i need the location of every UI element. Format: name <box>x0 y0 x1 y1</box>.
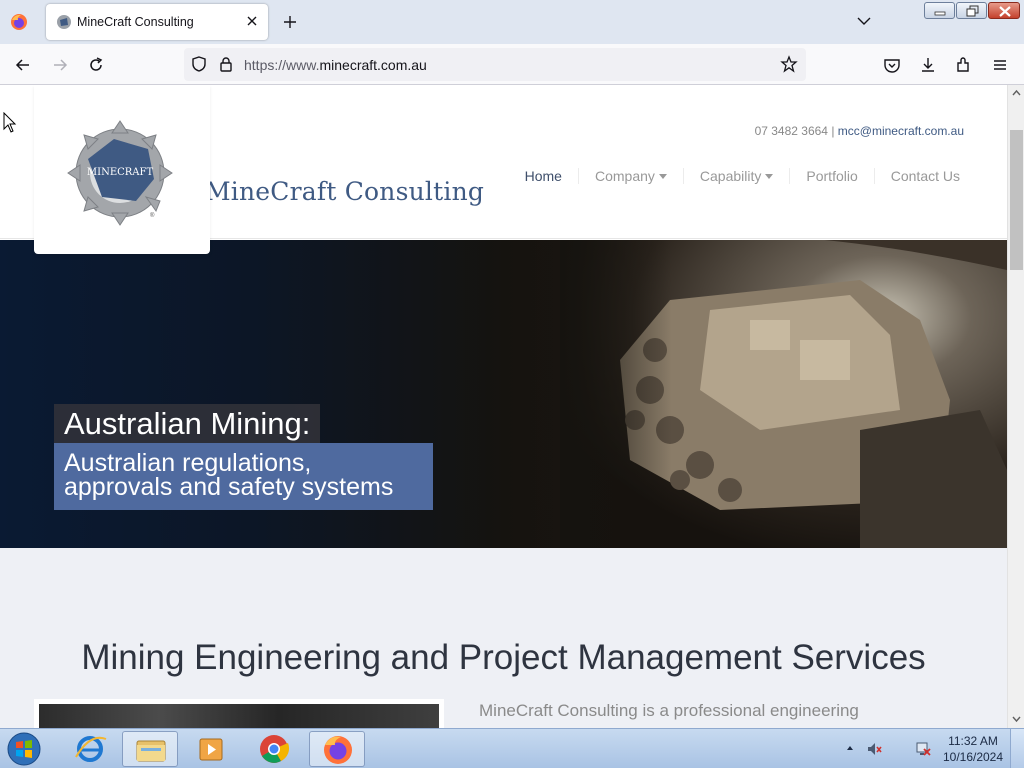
menu-icon[interactable] <box>990 55 1010 75</box>
screen: MineCraft Consulting https://www.minecra… <box>0 0 1024 768</box>
tab-title: MineCraft Consulting <box>77 15 194 29</box>
network-disconnected-icon[interactable] <box>915 741 931 757</box>
windows-taskbar: 11:32 AM 10/16/2024 <box>0 728 1024 768</box>
page-scrollbar[interactable] <box>1007 85 1024 728</box>
firefox-icon <box>324 736 352 764</box>
main-navigation: Home Company Capability Portfolio Contac… <box>509 165 976 187</box>
url-text: https://www.minecraft.com.au <box>244 57 427 73</box>
nav-contact-us[interactable]: Contact Us <box>873 168 976 184</box>
scrollbar-thumb[interactable] <box>1010 130 1023 270</box>
contact-line: 07 3482 3664 | mcc@minecraft.com.au <box>755 124 964 138</box>
clock-date: 10/16/2024 <box>942 750 1004 764</box>
brand-name[interactable]: MineCraft Consulting <box>205 177 484 206</box>
taskbar-chrome[interactable] <box>246 731 302 767</box>
taskbar-file-explorer[interactable] <box>122 731 178 767</box>
minimize-icon <box>934 11 946 16</box>
pocket-icon[interactable] <box>882 55 902 75</box>
logo-card[interactable]: MINECRAFT ® <box>34 85 210 254</box>
file-explorer-icon <box>136 740 166 762</box>
hero-title: Australian Mining: <box>54 404 321 444</box>
window-controls <box>924 2 1020 20</box>
volume-muted-icon[interactable] <box>866 741 882 757</box>
taskbar-firefox[interactable] <box>309 731 365 767</box>
caret-down-icon <box>765 174 774 179</box>
browser-tab-active[interactable]: MineCraft Consulting <box>46 4 268 40</box>
star-icon[interactable] <box>780 55 798 73</box>
close-icon <box>999 6 1011 17</box>
nav-company[interactable]: Company <box>577 168 683 184</box>
address-bar[interactable]: https://www.minecraft.com.au <box>184 48 806 81</box>
hero-banner: Australian Mining: Australian regulation… <box>0 240 1007 548</box>
email-link[interactable]: mcc@minecraft.com.au <box>838 124 964 138</box>
mine-rock-image <box>39 704 439 728</box>
mining-machine-image <box>560 240 1007 548</box>
nav-home-label: Home <box>524 168 562 184</box>
mouse-cursor-icon <box>3 112 17 133</box>
taskbar-media-player[interactable] <box>184 731 240 767</box>
contact-separator: | <box>827 124 838 138</box>
browser-nav-bar: https://www.minecraft.com.au <box>0 44 1024 85</box>
restore-icon <box>966 5 979 17</box>
window-close-button[interactable] <box>988 2 1020 19</box>
hero-subtitle-line-2: approvals and safety systems <box>64 473 394 501</box>
chrome-icon <box>260 735 290 763</box>
intro-paragraph: MineCraft Consulting is a professional e… <box>479 701 859 720</box>
services-section: Mining Engineering and Project Managemen… <box>0 548 1007 728</box>
back-icon[interactable] <box>13 55 33 75</box>
svg-text:®: ® <box>150 212 155 219</box>
system-clock[interactable]: 11:32 AM 10/16/2024 <box>940 733 1006 765</box>
show-desktop-button[interactable] <box>1010 729 1024 768</box>
show-hidden-icons-icon[interactable] <box>845 743 855 753</box>
phone-number[interactable]: 07 3482 3664 <box>755 124 828 138</box>
clock-time: 11:32 AM <box>948 734 998 748</box>
nav-portfolio[interactable]: Portfolio <box>789 168 873 184</box>
lock-icon[interactable] <box>217 55 235 73</box>
caret-down-icon <box>658 174 667 179</box>
plus-icon[interactable] <box>280 12 300 32</box>
site-header: MINECRAFT ® MineCraft Consulting 07 3482… <box>0 85 1007 254</box>
nav-portfolio-label: Portfolio <box>806 168 858 184</box>
restore-button[interactable] <box>956 2 987 19</box>
minimize-button[interactable] <box>924 2 955 19</box>
extensions-icon[interactable] <box>954 55 974 75</box>
nav-capability[interactable]: Capability <box>682 168 789 184</box>
minecraft-logo-favicon <box>57 15 71 29</box>
shield-icon[interactable] <box>190 55 208 73</box>
hero-subtitle: Australian regulations, approvals and sa… <box>54 443 433 510</box>
download-icon[interactable] <box>918 55 938 75</box>
taskbar-internet-explorer[interactable] <box>62 731 118 767</box>
section-image-frame <box>34 699 444 728</box>
close-icon[interactable] <box>244 13 260 29</box>
hero-subtitle-line-1: Australian regulations, <box>64 449 312 477</box>
minecraft-gear-logo[interactable]: MINECRAFT ® <box>62 113 182 233</box>
forward-icon[interactable] <box>50 55 70 75</box>
internet-explorer-icon <box>75 736 107 762</box>
reload-icon[interactable] <box>86 55 106 75</box>
windows-start-icon[interactable] <box>4 730 44 768</box>
media-player-icon <box>199 738 223 761</box>
page-viewport: MINECRAFT ® MineCraft Consulting 07 3482… <box>0 85 1007 728</box>
nav-company-label: Company <box>594 168 655 184</box>
nav-home[interactable]: Home <box>509 168 578 184</box>
scroll-up-arrow-icon[interactable] <box>1011 88 1022 99</box>
nav-capability-label: Capability <box>699 168 762 184</box>
nav-contact-us-label: Contact Us <box>890 168 960 184</box>
firefox-icon[interactable] <box>9 12 29 32</box>
svg-text:MINECRAFT: MINECRAFT <box>87 167 154 178</box>
browser-tab-bar: MineCraft Consulting <box>0 0 1024 44</box>
scroll-down-arrow-icon[interactable] <box>1011 713 1022 724</box>
chevron-down-icon[interactable] <box>855 12 873 30</box>
section-title: Mining Engineering and Project Managemen… <box>81 638 926 677</box>
